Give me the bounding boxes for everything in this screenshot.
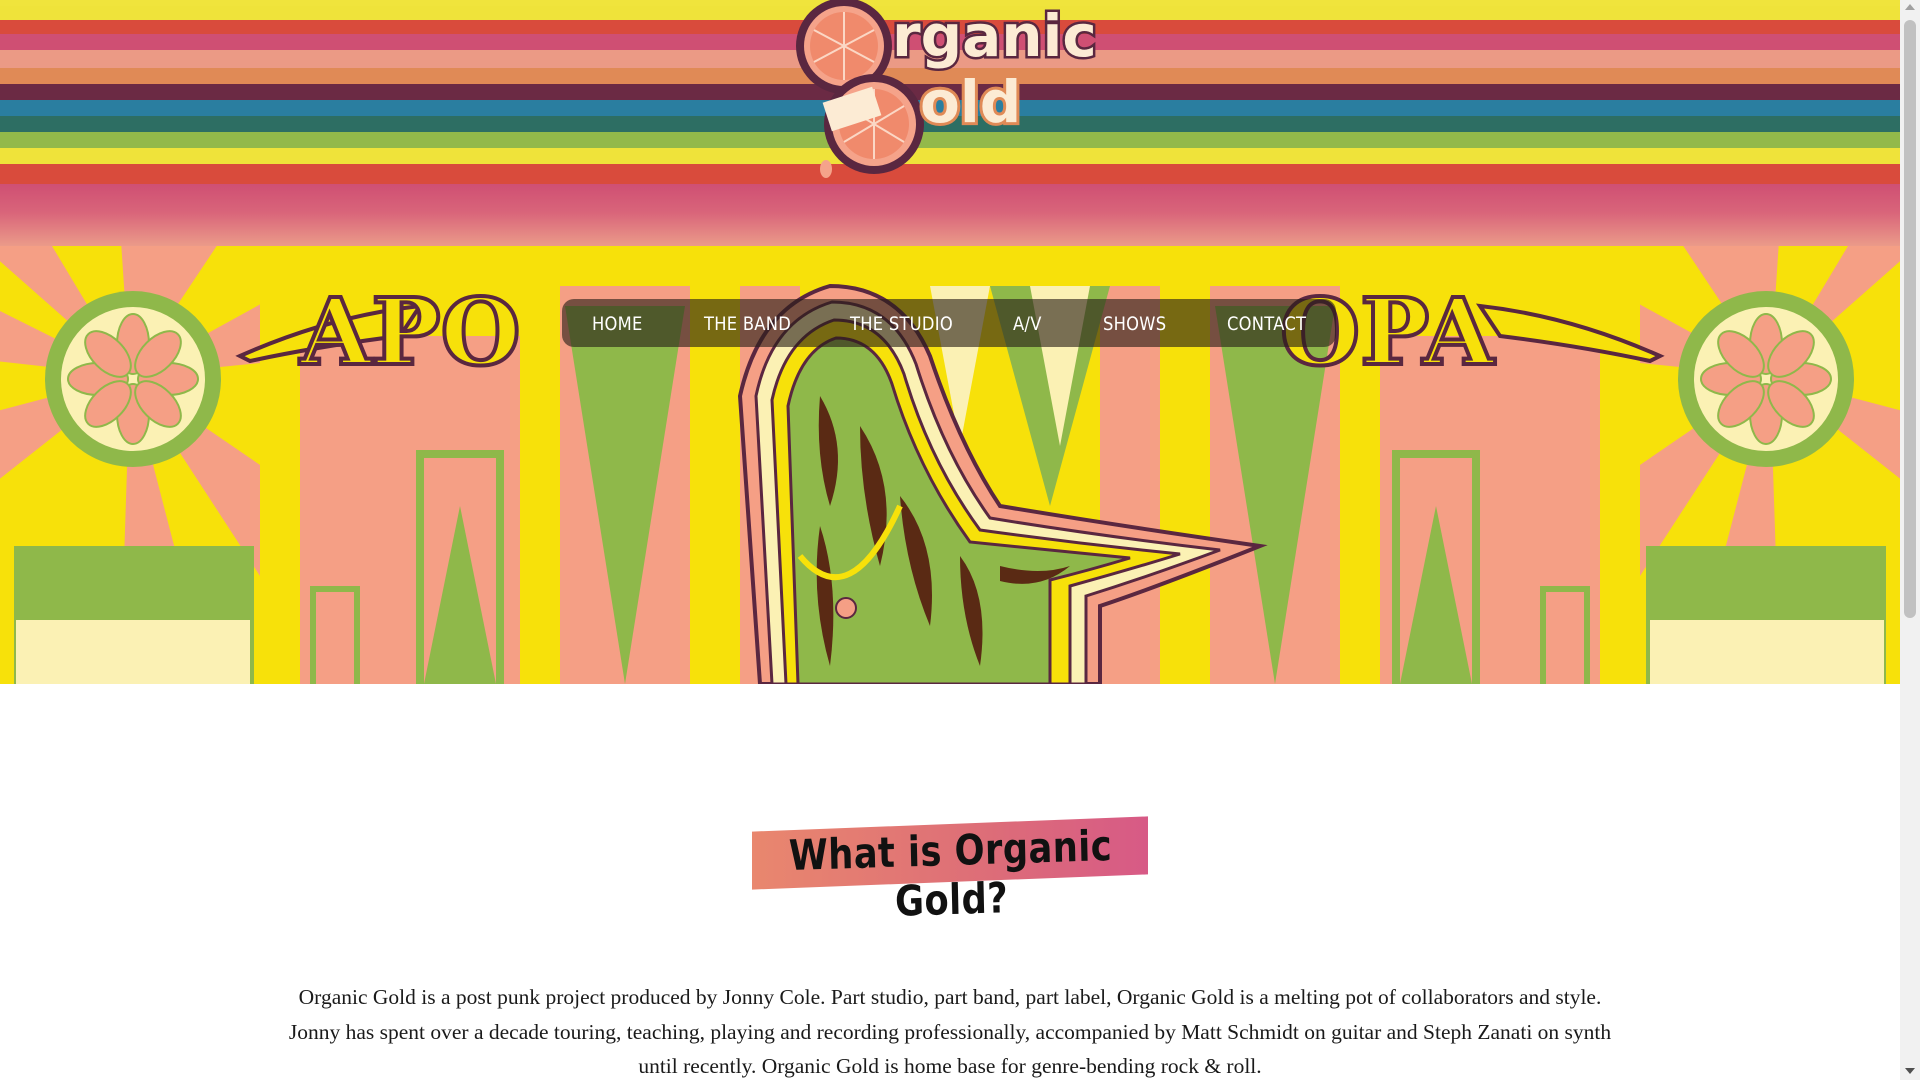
page-scrollbar[interactable] — [1900, 0, 1920, 1080]
intro-line: until recently. Organic Gold is home bas… — [638, 1054, 1262, 1078]
nav-contact[interactable]: CONTACT — [1227, 313, 1306, 335]
organic-gold-logo[interactable]: rganic old — [786, 0, 1116, 194]
main-navigation: HOME THE BAND THE STUDIO A/V SHOWS CONTA… — [562, 299, 1336, 347]
scroll-up-arrow-icon[interactable] — [1905, 4, 1915, 10]
nav-home[interactable]: HOME — [592, 313, 643, 335]
nav-av[interactable]: A/V — [1013, 313, 1042, 335]
intro-line: Jonny has spent over a decade touring, t… — [288, 1019, 1612, 1044]
svg-text:old: old — [920, 68, 1021, 136]
scrollbar-thumb[interactable] — [1904, 20, 1916, 618]
flower-emblem-left — [45, 291, 221, 467]
svg-text:rganic: rganic — [892, 2, 1097, 70]
flower-emblem-right — [1678, 291, 1854, 467]
scroll-down-arrow-icon[interactable] — [1905, 1068, 1915, 1074]
nav-the-band[interactable]: THE BAND — [704, 313, 791, 335]
nav-the-studio[interactable]: THE STUDIO — [850, 313, 953, 335]
svg-text:APO: APO — [299, 278, 521, 386]
section-heading: What is Organic Gold? — [788, 820, 1113, 926]
intro-heading-block: What is Organic Gold? — [752, 816, 1150, 926]
intro-paragraph: Organic Gold is a post punk project prod… — [280, 980, 1620, 1084]
nav-shows[interactable]: SHOWS — [1103, 313, 1166, 335]
intro-line: Organic Gold is a post punk project prod… — [298, 985, 1602, 1009]
